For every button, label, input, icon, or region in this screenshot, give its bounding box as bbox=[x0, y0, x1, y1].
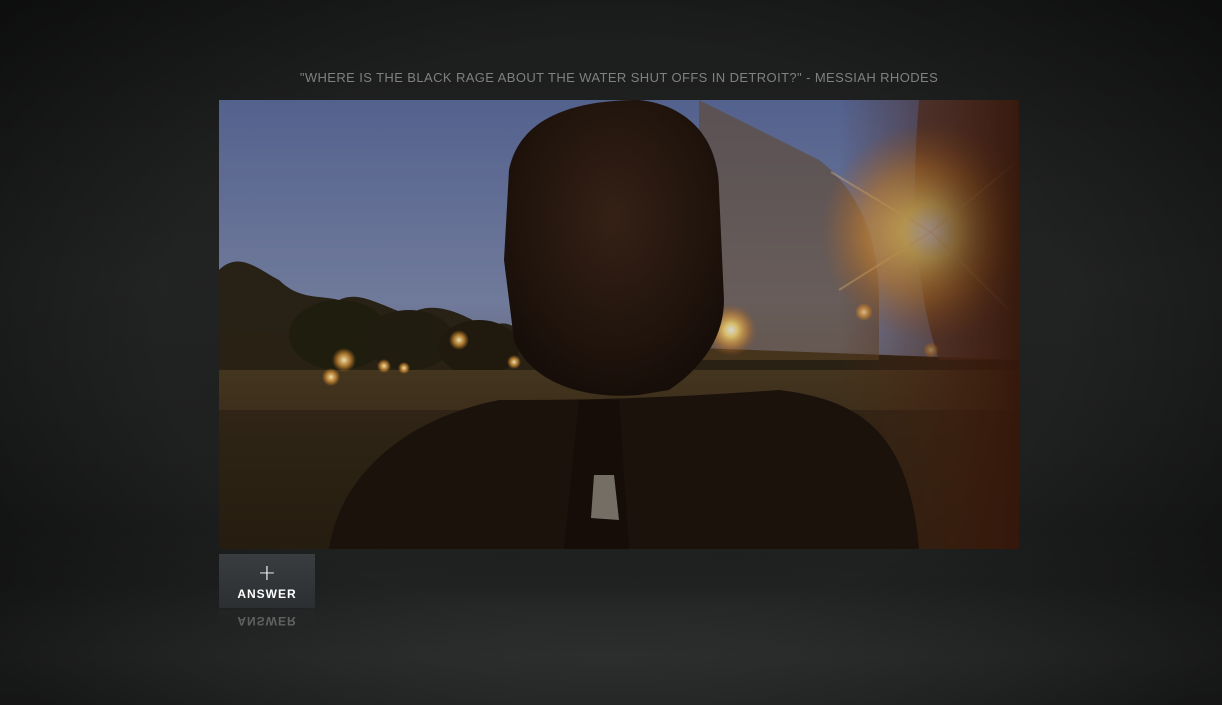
answer-reflection-label: ANSWER bbox=[237, 614, 297, 628]
page-background: "WHERE IS THE BLACK RAGE ABOUT THE WATER… bbox=[0, 0, 1222, 705]
answer-button[interactable]: + ANSWER bbox=[219, 554, 315, 608]
answer-button-label: ANSWER bbox=[237, 587, 297, 601]
plus-icon: + bbox=[257, 561, 277, 586]
video-player[interactable] bbox=[219, 100, 1019, 549]
video-frame bbox=[219, 100, 1019, 549]
answer-button-reflection: ANSWER bbox=[219, 610, 315, 632]
floor-gradient bbox=[0, 585, 1222, 705]
question-title: "WHERE IS THE BLACK RAGE ABOUT THE WATER… bbox=[299, 70, 939, 85]
